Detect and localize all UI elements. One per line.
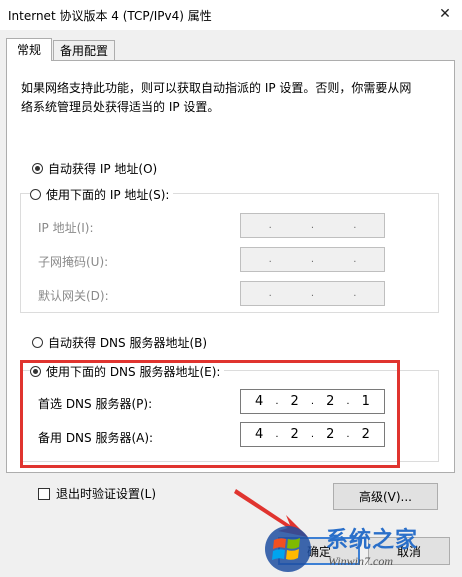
highlight-box (20, 360, 400, 468)
dns-auto-label: 自动获得 DNS 服务器地址(B) (48, 336, 208, 350)
subnet-mask-field: ... (240, 247, 385, 272)
ip-auto-radio[interactable] (32, 163, 43, 174)
dns-auto-option[interactable]: 自动获得 DNS 服务器地址(B) (32, 334, 207, 351)
validate-label: 退出时验证设置(L) (56, 487, 157, 501)
default-gateway-field: ... (240, 281, 385, 306)
tab-alternate-config[interactable]: 备用配置 (53, 40, 115, 60)
ip-auto-option[interactable]: 自动获得 IP 地址(O) (32, 160, 157, 177)
close-button[interactable]: ✕ (430, 2, 460, 26)
window-title: Internet 协议版本 4 (TCP/IPv4) 属性 (8, 9, 212, 23)
default-gateway-label: 默认网关(D): (38, 289, 109, 303)
ip-auto-label: 自动获得 IP 地址(O) (48, 162, 158, 176)
validate-checkbox[interactable] (38, 487, 50, 500)
title-bar: Internet 协议版本 4 (TCP/IPv4) 属性 ✕ (0, 0, 462, 30)
subnet-mask-label: 子网掩码(U): (38, 255, 109, 269)
ip-address-label: IP 地址(I): (38, 221, 94, 235)
close-icon: ✕ (439, 6, 451, 22)
intro-line-1: 如果网络支持此功能，则可以获取自动指派的 IP 设置。否则，你需要从网 (21, 81, 412, 95)
intro-line-2: 络系统管理员处获得适当的 IP 设置。 (21, 100, 220, 114)
ip-manual-radio[interactable] (30, 189, 41, 200)
validate-option[interactable]: 退出时验证设置(L) (38, 485, 156, 502)
ip-manual-label: 使用下面的 IP 地址(S): (46, 188, 170, 202)
tab-general[interactable]: 常规 (6, 38, 52, 61)
watermark: 系统之家 Winwin7.com (262, 518, 462, 577)
windows-logo-icon (265, 526, 311, 572)
ip-manual-option[interactable]: 使用下面的 IP 地址(S): (30, 186, 174, 203)
watermark-brand: 系统之家 (326, 528, 419, 553)
watermark-url: Winwin7.com (328, 554, 393, 568)
advanced-button[interactable]: 高级(V)... (333, 483, 438, 510)
ip-address-field: ... (240, 213, 385, 238)
dns-auto-radio[interactable] (32, 337, 43, 348)
